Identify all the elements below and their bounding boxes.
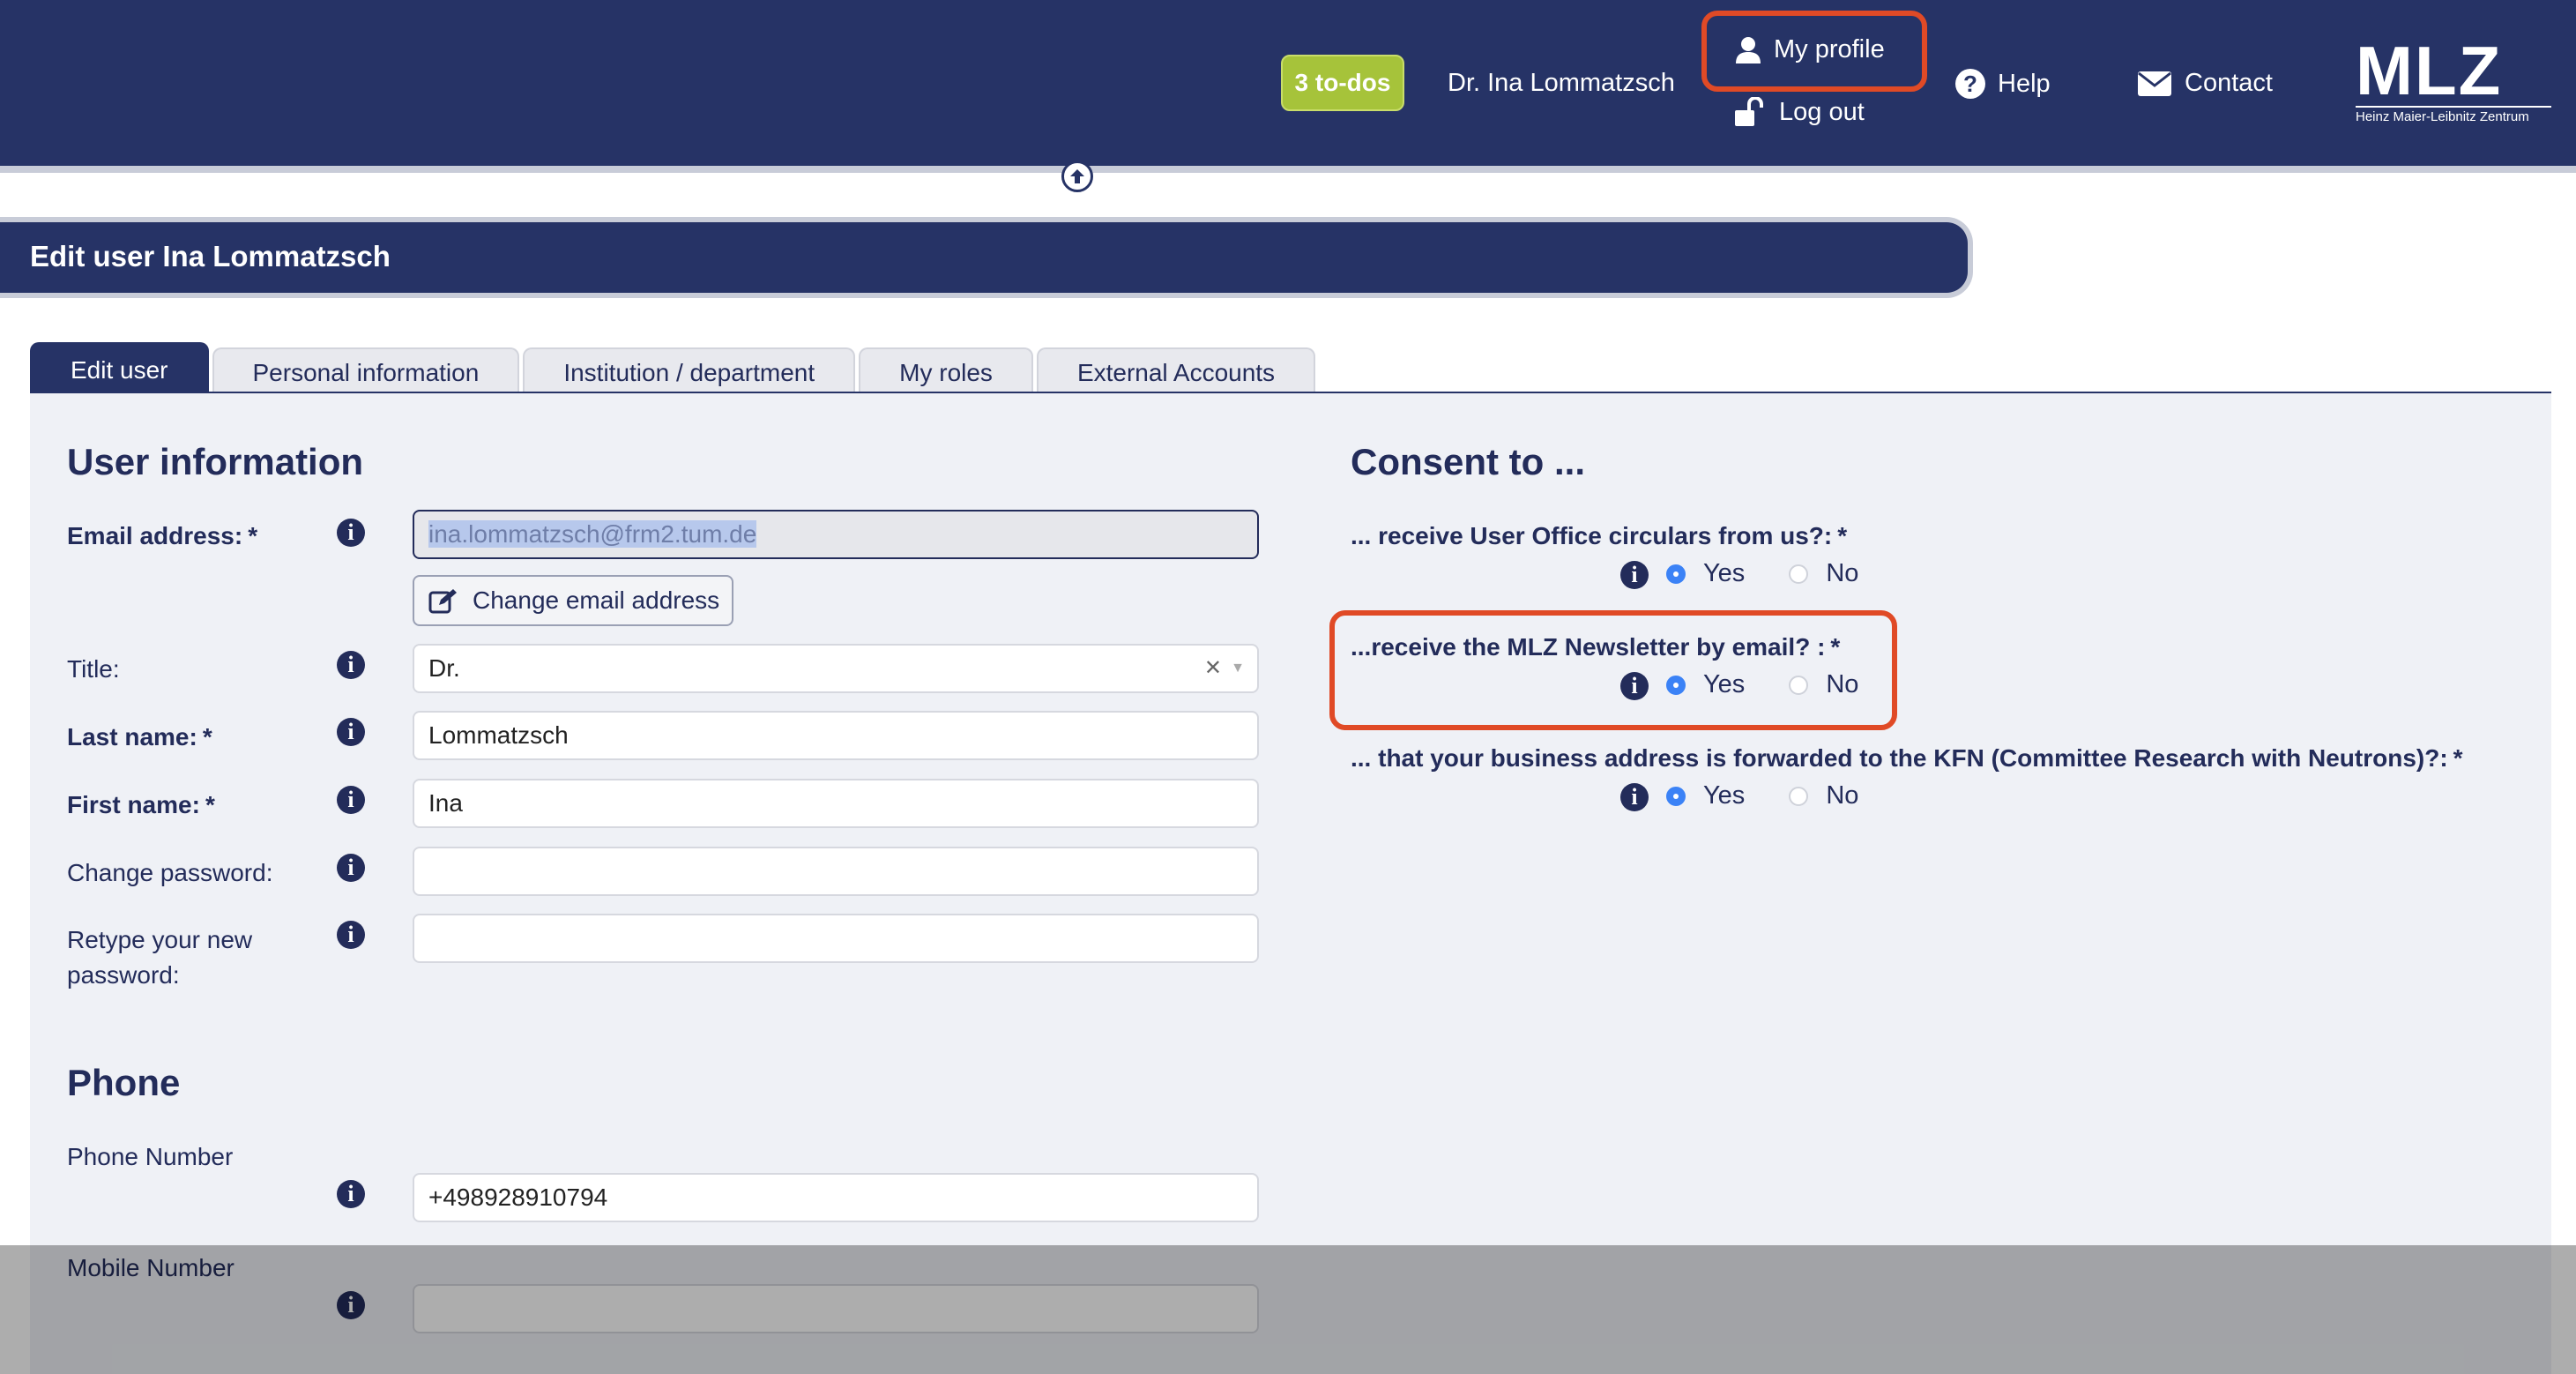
phone-number-label: Phone Number [67, 1143, 234, 1170]
change-password-label: Change password: [67, 859, 273, 886]
radio-kfn-no[interactable] [1789, 786, 1809, 806]
change-password-field[interactable] [413, 847, 1259, 896]
user-name: Dr. Ina Lommatzsch [1448, 69, 1675, 97]
tab-bar: Edit user Personal information Instituti… [30, 342, 1316, 397]
page-title-bar: Edit user Ina Lommatzsch [0, 217, 1973, 298]
top-header: 3 to-dos Dr. Ina Lommatzsch My profile L… [0, 0, 2576, 173]
tab-edit-user[interactable]: Edit user [30, 342, 209, 397]
change-email-button[interactable]: Change email address [413, 575, 733, 626]
radio-circulars-yes[interactable] [1666, 564, 1686, 584]
first-name-field[interactable]: Ina [413, 779, 1259, 828]
info-icon[interactable]: i [337, 718, 365, 746]
edit-user-panel: User information Email address: * i ina.l… [30, 393, 2551, 1374]
unlock-icon [1735, 97, 1763, 126]
info-icon[interactable]: i [1620, 783, 1649, 811]
info-icon[interactable]: i [337, 1180, 365, 1208]
tab-my-roles[interactable]: My roles [859, 347, 1033, 397]
newsletter-highlight [1329, 610, 1897, 730]
help-icon: ? [1955, 69, 1985, 99]
arrow-up-icon [1070, 169, 1084, 183]
info-icon[interactable]: i [337, 854, 365, 882]
scrollbar[interactable] [2551, 393, 2576, 1245]
my-profile-link[interactable]: My profile [1735, 35, 1885, 64]
consent-circulars-radios: Yes No [1666, 559, 1858, 588]
first-name-label: First name: * [67, 791, 215, 818]
phone-heading: Phone [67, 1062, 181, 1103]
chevron-down-icon[interactable]: ▼ [1231, 646, 1245, 691]
tab-external-accounts[interactable]: External Accounts [1036, 347, 1316, 397]
phone-number-field[interactable]: +498928910794 [413, 1173, 1259, 1222]
info-icon[interactable]: i [1620, 561, 1649, 589]
radio-circulars-no[interactable] [1789, 564, 1809, 584]
contact-link[interactable]: Contact [2137, 69, 2273, 98]
info-icon[interactable]: i [337, 519, 365, 547]
logo-subtitle: Heinz Maier-Leibnitz Zentrum [2356, 106, 2551, 124]
envelope-icon [2138, 71, 2171, 96]
last-name-field[interactable]: Lommatzsch [413, 711, 1259, 760]
clear-icon[interactable]: ✕ [1204, 646, 1222, 691]
info-icon[interactable]: i [337, 921, 365, 949]
my-profile-highlight: My profile [1701, 11, 1927, 92]
email-label: Email address: * [67, 522, 258, 549]
dim-overlay [0, 1245, 2576, 1374]
page-title: Edit user Ina Lommatzsch [30, 240, 391, 273]
radio-kfn-yes[interactable] [1666, 786, 1686, 806]
retype-password-field[interactable] [413, 914, 1259, 963]
todos-badge[interactable]: 3 to-dos [1281, 55, 1404, 111]
user-icon [1736, 36, 1761, 63]
radio-kfn-yes-label: Yes [1703, 781, 1746, 810]
edit-icon [428, 589, 457, 614]
title-value: Dr. [428, 654, 460, 682]
contact-label: Contact [2185, 69, 2273, 97]
retype-password-label: Retype your new password: [67, 926, 253, 989]
title-label: Title: [67, 655, 120, 683]
change-email-label: Change email address [473, 586, 720, 614]
consent-kfn-radios: Yes No [1666, 781, 1858, 810]
consent-circulars-question: ... receive User Office circulars from u… [1351, 522, 1848, 549]
consent-heading: Consent to ... [1351, 441, 1585, 482]
tab-personal-information[interactable]: Personal information [212, 347, 520, 397]
consent-kfn-question: ... that your business address is forwar… [1351, 744, 2463, 772]
help-link[interactable]: ? Help [1955, 69, 2051, 99]
radio-kfn-no-label: No [1826, 781, 1859, 810]
radio-circulars-no-label: No [1826, 559, 1859, 587]
logout-label: Log out [1779, 97, 1865, 126]
my-profile-label: My profile [1774, 35, 1885, 63]
tab-institution-department[interactable]: Institution / department [523, 347, 856, 397]
logo-text: MLZ [2356, 32, 2503, 109]
help-label: Help [1998, 69, 2051, 98]
last-name-label: Last name: * [67, 723, 212, 750]
title-select[interactable]: Dr. ✕ ▼ [413, 644, 1259, 693]
collapse-header-button[interactable] [1061, 161, 1093, 192]
info-icon[interactable]: i [337, 651, 365, 679]
logout-link[interactable]: Log out [1733, 97, 1865, 127]
email-field[interactable]: ina.lommatzsch@frm2.tum.de [413, 510, 1259, 559]
radio-circulars-yes-label: Yes [1703, 559, 1746, 587]
user-info-heading: User information [67, 441, 364, 482]
mlz-logo[interactable]: MLZ Heinz Maier-Leibnitz Zentrum [2356, 35, 2551, 127]
info-icon[interactable]: i [337, 786, 365, 814]
